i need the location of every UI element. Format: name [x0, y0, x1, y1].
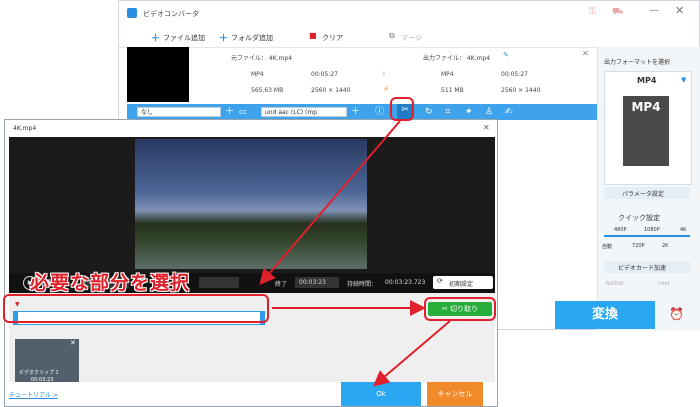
arrow-to-timeline [259, 120, 401, 286]
annotation-text: 必要な部分を選択 [30, 272, 191, 294]
annotation-arrows [259, 120, 451, 387]
arrow-to-ok [372, 320, 451, 387]
